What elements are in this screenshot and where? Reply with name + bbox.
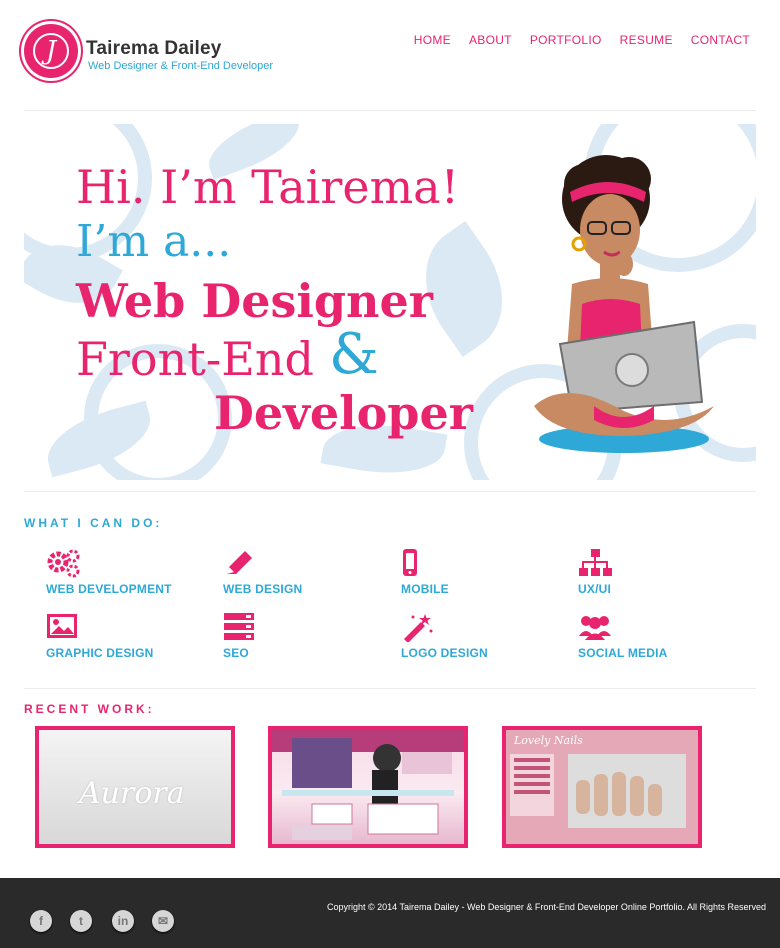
character-illustration [534, 155, 714, 453]
services-divider [24, 688, 756, 689]
site-footer: f t in ✉ Copyright © 2014 Tairema Dailey… [0, 878, 780, 948]
twitter-icon[interactable]: t [70, 910, 92, 932]
service-ux-ui[interactable]: UX/UI [578, 548, 748, 596]
thumbnail-preview [272, 730, 464, 840]
portfolio-thumbnail-lovely-nails[interactable]: Lovely Nails [502, 726, 702, 848]
service-label: UX/UI [578, 582, 612, 596]
hero-role-developer: Developer [214, 386, 473, 440]
sitemap-icon [579, 549, 612, 576]
hero-role-front-end: Front-End [76, 332, 314, 386]
service-label: WEB DESIGN [223, 582, 303, 596]
hero-ampersand: & [329, 322, 379, 387]
service-label: MOBILE [401, 582, 449, 596]
linkedin-icon[interactable]: in [112, 910, 134, 932]
service-seo[interactable]: SEO [223, 612, 393, 660]
mobile-icon [403, 549, 417, 576]
recent-work-title: RECENT WORK: [24, 702, 155, 716]
service-graphic-design[interactable]: GRAPHIC DESIGN [46, 612, 216, 660]
service-logo-design[interactable]: LOGO DESIGN [401, 612, 571, 660]
picture-icon [47, 614, 77, 638]
services-title: WHAT I CAN DO: [24, 516, 163, 530]
logo[interactable]: J [24, 24, 78, 78]
logo-letter: J [33, 33, 69, 69]
service-social-media[interactable]: SOCIAL MEDIA [578, 612, 748, 660]
service-mobile[interactable]: MOBILE [401, 548, 571, 596]
server-icon [224, 613, 254, 640]
service-web-design[interactable]: WEB DESIGN [223, 548, 393, 596]
thumbnail-preview: Lovely Nails [506, 730, 698, 844]
hero-intro: I’m a... [76, 216, 232, 267]
users-icon [579, 616, 611, 640]
service-label: SOCIAL MEDIA [578, 646, 668, 660]
header-divider [24, 110, 756, 111]
portfolio-thumbnail-2[interactable] [268, 726, 468, 848]
site-title[interactable]: Tairema Dailey [86, 38, 222, 60]
magic-wand-icon [404, 614, 433, 642]
email-icon[interactable]: ✉ [152, 910, 174, 932]
site-tagline: Web Designer & Front-End Developer [88, 60, 274, 72]
copyright-text: Copyright © 2014 Tairema Dailey - Web De… [326, 902, 766, 912]
thumbnail-logo-text: Aurora [79, 776, 185, 811]
service-label: LOGO DESIGN [401, 646, 488, 660]
gears-icon [47, 549, 80, 578]
hero-role-web-designer: Web Designer [76, 274, 433, 328]
nav-about[interactable]: ABOUT [469, 33, 512, 47]
thumbnail-site-title: Lovely Nails [513, 734, 583, 747]
service-label: SEO [223, 646, 249, 660]
nav-portfolio[interactable]: PORTFOLIO [530, 33, 602, 47]
service-label: GRAPHIC DESIGN [46, 646, 154, 660]
service-label: WEB DEVELOPMENT [46, 582, 172, 596]
pencil-icon [227, 551, 252, 574]
nav-resume[interactable]: RESUME [620, 33, 673, 47]
hero-greeting: Hi. I’m Tairema! [76, 160, 460, 214]
main-nav: HOME ABOUT PORTFOLIO RESUME CONTACT [414, 33, 750, 47]
service-web-development[interactable]: WEB DEVELOPMENT [46, 548, 216, 596]
nav-contact[interactable]: CONTACT [691, 33, 750, 47]
nav-home[interactable]: HOME [414, 33, 451, 47]
hero-divider [24, 491, 756, 492]
hero-banner: Hi. I’m Tairema! I’m a... Web Designer F… [24, 124, 756, 480]
facebook-icon[interactable]: f [30, 910, 52, 932]
portfolio-thumbnail-aurora[interactable]: Aurora [35, 726, 235, 848]
